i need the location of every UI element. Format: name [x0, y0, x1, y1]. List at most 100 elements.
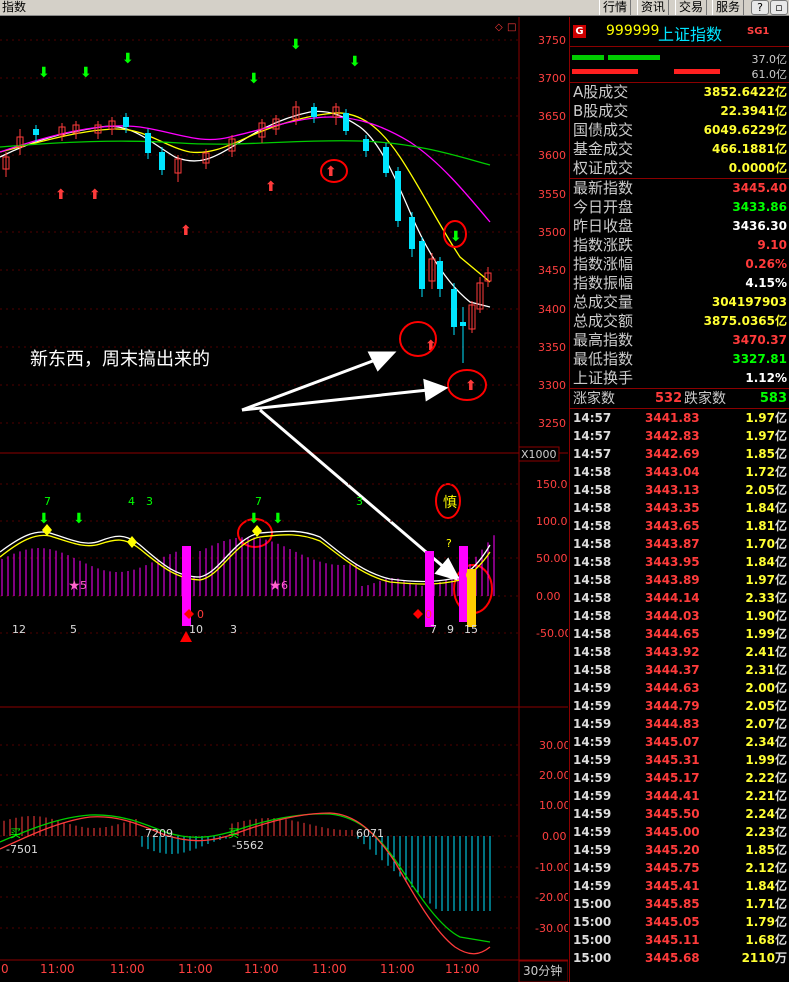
ind1-tick: 50.00 [536, 552, 568, 565]
tick-time: 14:58 [573, 519, 612, 533]
sell-arrow-icon: ⬇ [38, 65, 50, 81]
tick-volume: 1.97亿 [745, 411, 787, 425]
tick-row: 14:59 3445.75 2.12亿 [570, 859, 789, 877]
time-tick: 11:00 [312, 962, 347, 976]
stat-row: 指数振幅 4.15% [570, 274, 789, 293]
chart-area[interactable]: 3750 3700 3650 3600 3550 3500 3450 3400 … [0, 17, 568, 982]
tick-row: 15:00 3445.05 1.79亿 [570, 913, 789, 931]
price-tick: 3750 [538, 34, 566, 47]
annotation-text: 新东西，周末搞出来的 [30, 349, 210, 370]
window-title: 指数 [2, 0, 27, 14]
kline-chart[interactable]: 3750 3700 3650 3600 3550 3500 3450 3400 … [0, 17, 568, 982]
tick-row: 14:58 3443.13 2.05亿 [570, 481, 789, 499]
quote-header: G 999999 上证指数 SG1 [570, 17, 789, 47]
turnover-stats: A股成交 3852.6422亿 B股成交 22.3941亿 国债成交 6049.622… [570, 83, 789, 179]
stat-value: 9.10 [757, 238, 787, 252]
stat-value: 3445.40 [732, 181, 787, 195]
sell-arrow-icon: ⬇ [248, 511, 260, 527]
tick-time: 15:00 [573, 951, 612, 965]
tick-volume: 1.79亿 [745, 915, 787, 929]
menu-service[interactable]: 服务 [712, 0, 745, 15]
stat-label: 权证成交 [573, 159, 634, 177]
title-bar: 指数 行情 资讯 交易 服务 ? ▫ [0, 0, 789, 16]
ind1-label: 9 [447, 623, 454, 636]
ind2-tick: 30.00 [539, 739, 568, 752]
tick-volume: 2.34亿 [745, 735, 787, 749]
tick-time: 14:59 [573, 735, 612, 749]
menu-trade[interactable]: 交易 [675, 0, 708, 15]
stat-value: 4.15% [745, 276, 787, 290]
tick-list[interactable]: 14:57 3441.83 1.97亿 14:57 3442.83 1.97亿 14:57 3… [570, 409, 789, 967]
stat-value: 6049.6229亿 [703, 123, 787, 137]
diamond-icon: ◇ [495, 22, 503, 33]
price-tick: 3300 [538, 379, 566, 392]
tick-row: 14:58 3443.87 1.70亿 [570, 535, 789, 553]
stat-label: 最新指数 [573, 179, 634, 197]
tick-row: 14:58 3443.92 2.41亿 [570, 643, 789, 661]
tick-row: 14:59 3445.20 1.85亿 [570, 841, 789, 859]
stat-label: B股成交 [573, 102, 629, 120]
ind1-label: 15 [464, 623, 478, 636]
tick-volume: 1.99亿 [745, 627, 787, 641]
tick-row: 14:59 3444.83 2.07亿 [570, 715, 789, 733]
up-count: 532 [655, 391, 683, 406]
ind2-label: 7209 [145, 827, 173, 840]
ind1-label: 0 [425, 608, 432, 621]
stat-row: 总成交量 304197903 [570, 293, 789, 312]
caution-label: 慎 [443, 495, 457, 511]
quote-panel: G 999999 上证指数 SG1 37.0亿 61.0亿 A股成交 3852.6… [569, 17, 789, 982]
tick-volume: 1.68亿 [745, 933, 787, 947]
ind2-tick: 20.00 [539, 769, 568, 782]
price-tick: 3400 [538, 303, 566, 316]
tick-volume: 1.84亿 [745, 501, 787, 515]
ind1-label: 0 [197, 608, 204, 621]
price-axis: 3750 3700 3650 3600 3550 3500 3450 3400 … [538, 34, 566, 430]
tick-time: 14:58 [573, 645, 612, 659]
ind1-tick: 100.0 [536, 515, 568, 528]
stat-label: 国债成交 [573, 121, 634, 139]
stat-label: A股成交 [573, 83, 629, 101]
tick-volume: 2.05亿 [745, 699, 787, 713]
tick-price: 3442.83 [645, 429, 700, 443]
sell-arrow-icon: ⬇ [450, 229, 462, 245]
stat-row: 指数涨跌 9.10 [570, 236, 789, 255]
buy-arrow-icon: ⬆ [325, 164, 337, 180]
tick-time: 14:58 [573, 501, 612, 515]
tick-time: 14:58 [573, 465, 612, 479]
ind2-label: -5562 [232, 839, 264, 852]
ind1-label: 6 [281, 579, 288, 592]
tick-time: 14:59 [573, 753, 612, 767]
tick-price: 3443.35 [645, 501, 700, 515]
tick-volume: 2.05亿 [745, 483, 787, 497]
tick-volume: 2.07亿 [745, 717, 787, 731]
tick-price: 3445.68 [645, 951, 700, 965]
ratio-bar-red-2 [674, 69, 720, 74]
stat-row: 最低指数 3327.81 [570, 350, 789, 369]
scale-label: X1000 [521, 448, 557, 461]
stat-row: 上证换手 1.12% [570, 369, 789, 388]
tick-price: 3445.41 [645, 879, 700, 893]
tick-row: 14:58 3444.65 1.99亿 [570, 625, 789, 643]
stat-label: 指数振幅 [573, 274, 634, 292]
tick-time: 14:58 [573, 609, 612, 623]
time-tick: 11:00 [445, 962, 480, 976]
menu-news[interactable]: 资讯 [637, 0, 670, 15]
stat-label: 今日开盘 [573, 198, 634, 216]
time-tick: 0 [1, 962, 9, 976]
time-tick: 11:00 [110, 962, 145, 976]
tick-price: 3443.87 [645, 537, 700, 551]
menu-quotes[interactable]: 行情 [599, 0, 632, 15]
tick-price: 3443.04 [645, 465, 700, 479]
restore-icon[interactable]: ▫ [770, 0, 788, 15]
tick-price: 3444.41 [645, 789, 700, 803]
time-tick: 11:00 [178, 962, 213, 976]
help-icon[interactable]: ? [751, 0, 769, 15]
annotation-arrows [241, 351, 461, 582]
tick-time: 14:59 [573, 771, 612, 785]
price-tick: 3500 [538, 226, 566, 239]
tick-time: 15:00 [573, 933, 612, 947]
buy-label: 买 [228, 827, 239, 840]
stat-row: B股成交 22.3941亿 [570, 102, 789, 121]
period-label: 30分钟 [523, 963, 562, 978]
tick-volume: 1.90亿 [745, 609, 787, 623]
